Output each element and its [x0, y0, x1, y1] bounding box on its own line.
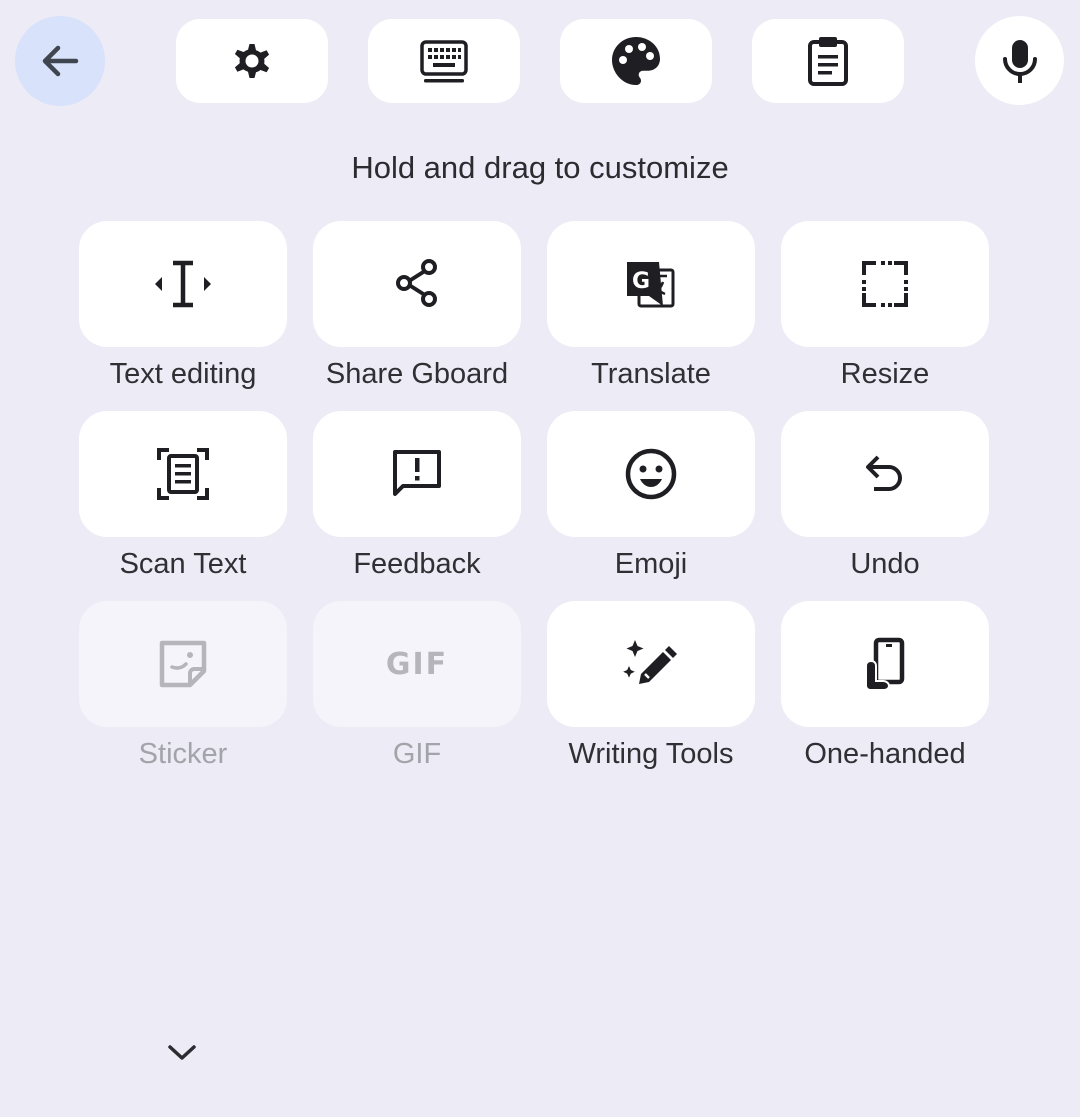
tool-label: Writing Tools: [568, 738, 734, 770]
keyboard-button[interactable]: [368, 19, 520, 103]
tool-gif[interactable]: GIF GIF: [313, 601, 521, 781]
tool-emoji[interactable]: Emoji: [547, 411, 755, 591]
sticker-icon: [159, 640, 207, 688]
tool-scan-text[interactable]: Scan Text: [79, 411, 287, 591]
tool-text-editing[interactable]: Text editing: [79, 221, 287, 401]
tool-button[interactable]: [79, 221, 287, 347]
feedback-icon: [393, 450, 441, 496]
tool-label: One-handed: [804, 738, 966, 770]
tool-button[interactable]: G: [547, 221, 755, 347]
arrow-left-icon: [42, 45, 79, 77]
tool-label: GIF: [392, 738, 442, 770]
tool-one-handed[interactable]: One-handed: [781, 601, 989, 781]
theme-button[interactable]: [560, 19, 712, 103]
voice-input-button[interactable]: [975, 16, 1064, 105]
tool-button[interactable]: [547, 601, 755, 727]
tool-label: Sticker: [138, 738, 228, 770]
tool-button[interactable]: [781, 221, 989, 347]
back-button[interactable]: [15, 16, 105, 106]
collapse-button[interactable]: [156, 1026, 208, 1078]
gif-icon: GIF: [385, 646, 449, 682]
tool-label: Feedback: [353, 548, 481, 580]
instruction-text: Hold and drag to customize: [351, 150, 729, 185]
share-icon: [396, 259, 437, 307]
tool-resize[interactable]: Resize: [781, 221, 989, 401]
chevron-down-icon: [168, 1045, 196, 1060]
keyboard-icon: [420, 40, 468, 83]
tool-button[interactable]: [79, 601, 287, 727]
tool-feedback[interactable]: Feedback: [313, 411, 521, 591]
tool-sticker[interactable]: Sticker: [79, 601, 287, 781]
tool-label: Undo: [850, 548, 920, 580]
settings-button[interactable]: [176, 19, 328, 103]
tool-button[interactable]: GIF: [313, 601, 521, 727]
top-toolbar: [0, 0, 1080, 120]
tool-button[interactable]: [781, 411, 989, 537]
tool-label: Scan Text: [119, 548, 247, 580]
clipboard-icon: [808, 37, 848, 86]
one-handed-icon: [865, 637, 905, 691]
gear-icon: [234, 44, 270, 78]
undo-icon: [866, 455, 903, 491]
microphone-icon: [1002, 39, 1037, 83]
tool-label: Resize: [840, 358, 930, 390]
clipboard-button[interactable]: [752, 19, 904, 103]
scan-text-icon: [157, 448, 209, 500]
tool-undo[interactable]: Undo: [781, 411, 989, 591]
tool-share-gboard[interactable]: Share Gboard: [313, 221, 521, 401]
tool-button[interactable]: [79, 411, 287, 537]
tool-translate[interactable]: G Translate: [547, 221, 755, 401]
emoji-icon: [625, 448, 677, 500]
magic-pen-icon: [623, 640, 677, 684]
svg-text:G: G: [632, 269, 650, 294]
tool-writing-tools[interactable]: Writing Tools: [547, 601, 755, 781]
resize-icon: [862, 261, 908, 307]
tool-label: Share Gboard: [325, 358, 509, 390]
tool-label: Translate: [591, 358, 711, 390]
palette-icon: [612, 37, 660, 85]
tool-label: Emoji: [614, 548, 688, 580]
tool-button[interactable]: [547, 411, 755, 537]
tool-button[interactable]: [781, 601, 989, 727]
tool-button[interactable]: [313, 221, 521, 347]
text-cursor-icon: [155, 260, 211, 308]
tool-label: Text editing: [109, 358, 257, 390]
tool-button[interactable]: [313, 411, 521, 537]
translate-icon: G: [627, 262, 675, 308]
